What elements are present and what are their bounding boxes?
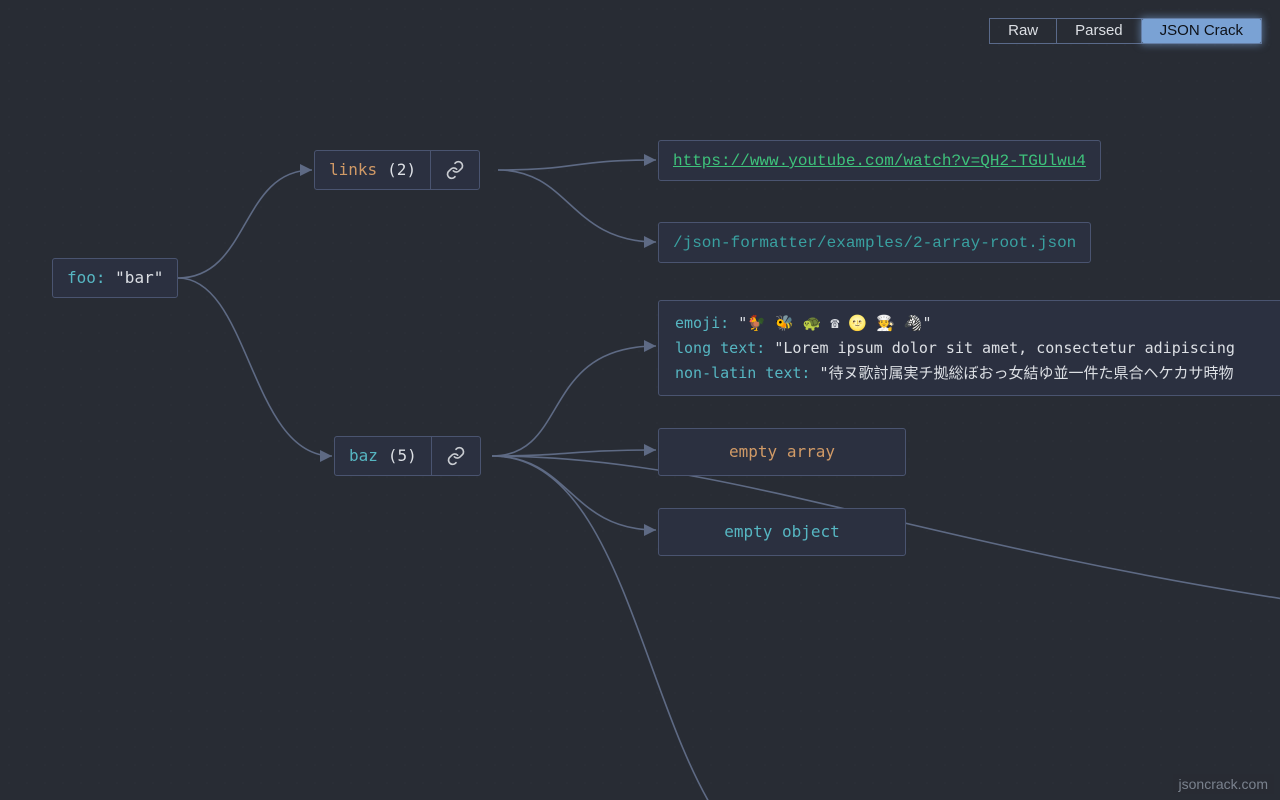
node-baz[interactable]: baz (5) (334, 436, 481, 476)
expand-baz-button[interactable] (431, 437, 480, 475)
node-object[interactable]: emoji: "🐓 🐝 🐢 ☎ 🌝 🧑‍🍳 🦓" long text: "Lor… (658, 300, 1280, 396)
emoji-key: emoji: (675, 314, 729, 332)
node-url[interactable]: https://www.youtube.com/watch?v=QH2-TGUl… (658, 140, 1101, 181)
node-links[interactable]: links (2) (314, 150, 480, 190)
emoji-value: "🐓 🐝 🐢 ☎ 🌝 🧑‍🍳 🦓" (738, 314, 931, 332)
nonlatin-key: non-latin text: (675, 364, 810, 382)
nonlatin-value: "待ヌ歌討属実チ拠総ぼおっ女結ゆ並一件た県合ヘケカサ時物 (820, 364, 1234, 382)
root-key: foo: (67, 268, 106, 287)
node-empty-object[interactable]: empty object (658, 508, 906, 556)
node-empty-array[interactable]: empty array (658, 428, 906, 476)
baz-label: baz (349, 445, 378, 467)
links-label: links (329, 159, 377, 181)
baz-count: (5) (388, 445, 417, 467)
youtube-link[interactable]: https://www.youtube.com/watch?v=QH2-TGUl… (673, 152, 1086, 170)
longtext-value: "Lorem ipsum dolor sit amet, consectetur… (774, 339, 1235, 357)
watermark: jsoncrack.com (1173, 774, 1274, 794)
empty-array-text: empty array (729, 442, 835, 461)
node-path[interactable]: /json-formatter/examples/2-array-root.js… (658, 222, 1091, 263)
links-count: (2) (387, 159, 416, 181)
path-text: /json-formatter/examples/2-array-root.js… (673, 234, 1076, 252)
tab-json-crack[interactable]: JSON Crack (1142, 19, 1261, 43)
tab-parsed[interactable]: Parsed (1057, 19, 1142, 43)
link-icon (445, 160, 465, 180)
longtext-key: long text: (675, 339, 765, 357)
root-value: "bar" (115, 268, 163, 287)
link-icon (446, 446, 466, 466)
expand-links-button[interactable] (430, 151, 479, 189)
graph-edges (0, 0, 1280, 800)
empty-object-text: empty object (724, 522, 840, 541)
view-tabs: Raw Parsed JSON Crack (989, 18, 1262, 44)
tab-raw[interactable]: Raw (990, 19, 1057, 43)
node-root[interactable]: foo: "bar" (52, 258, 178, 298)
